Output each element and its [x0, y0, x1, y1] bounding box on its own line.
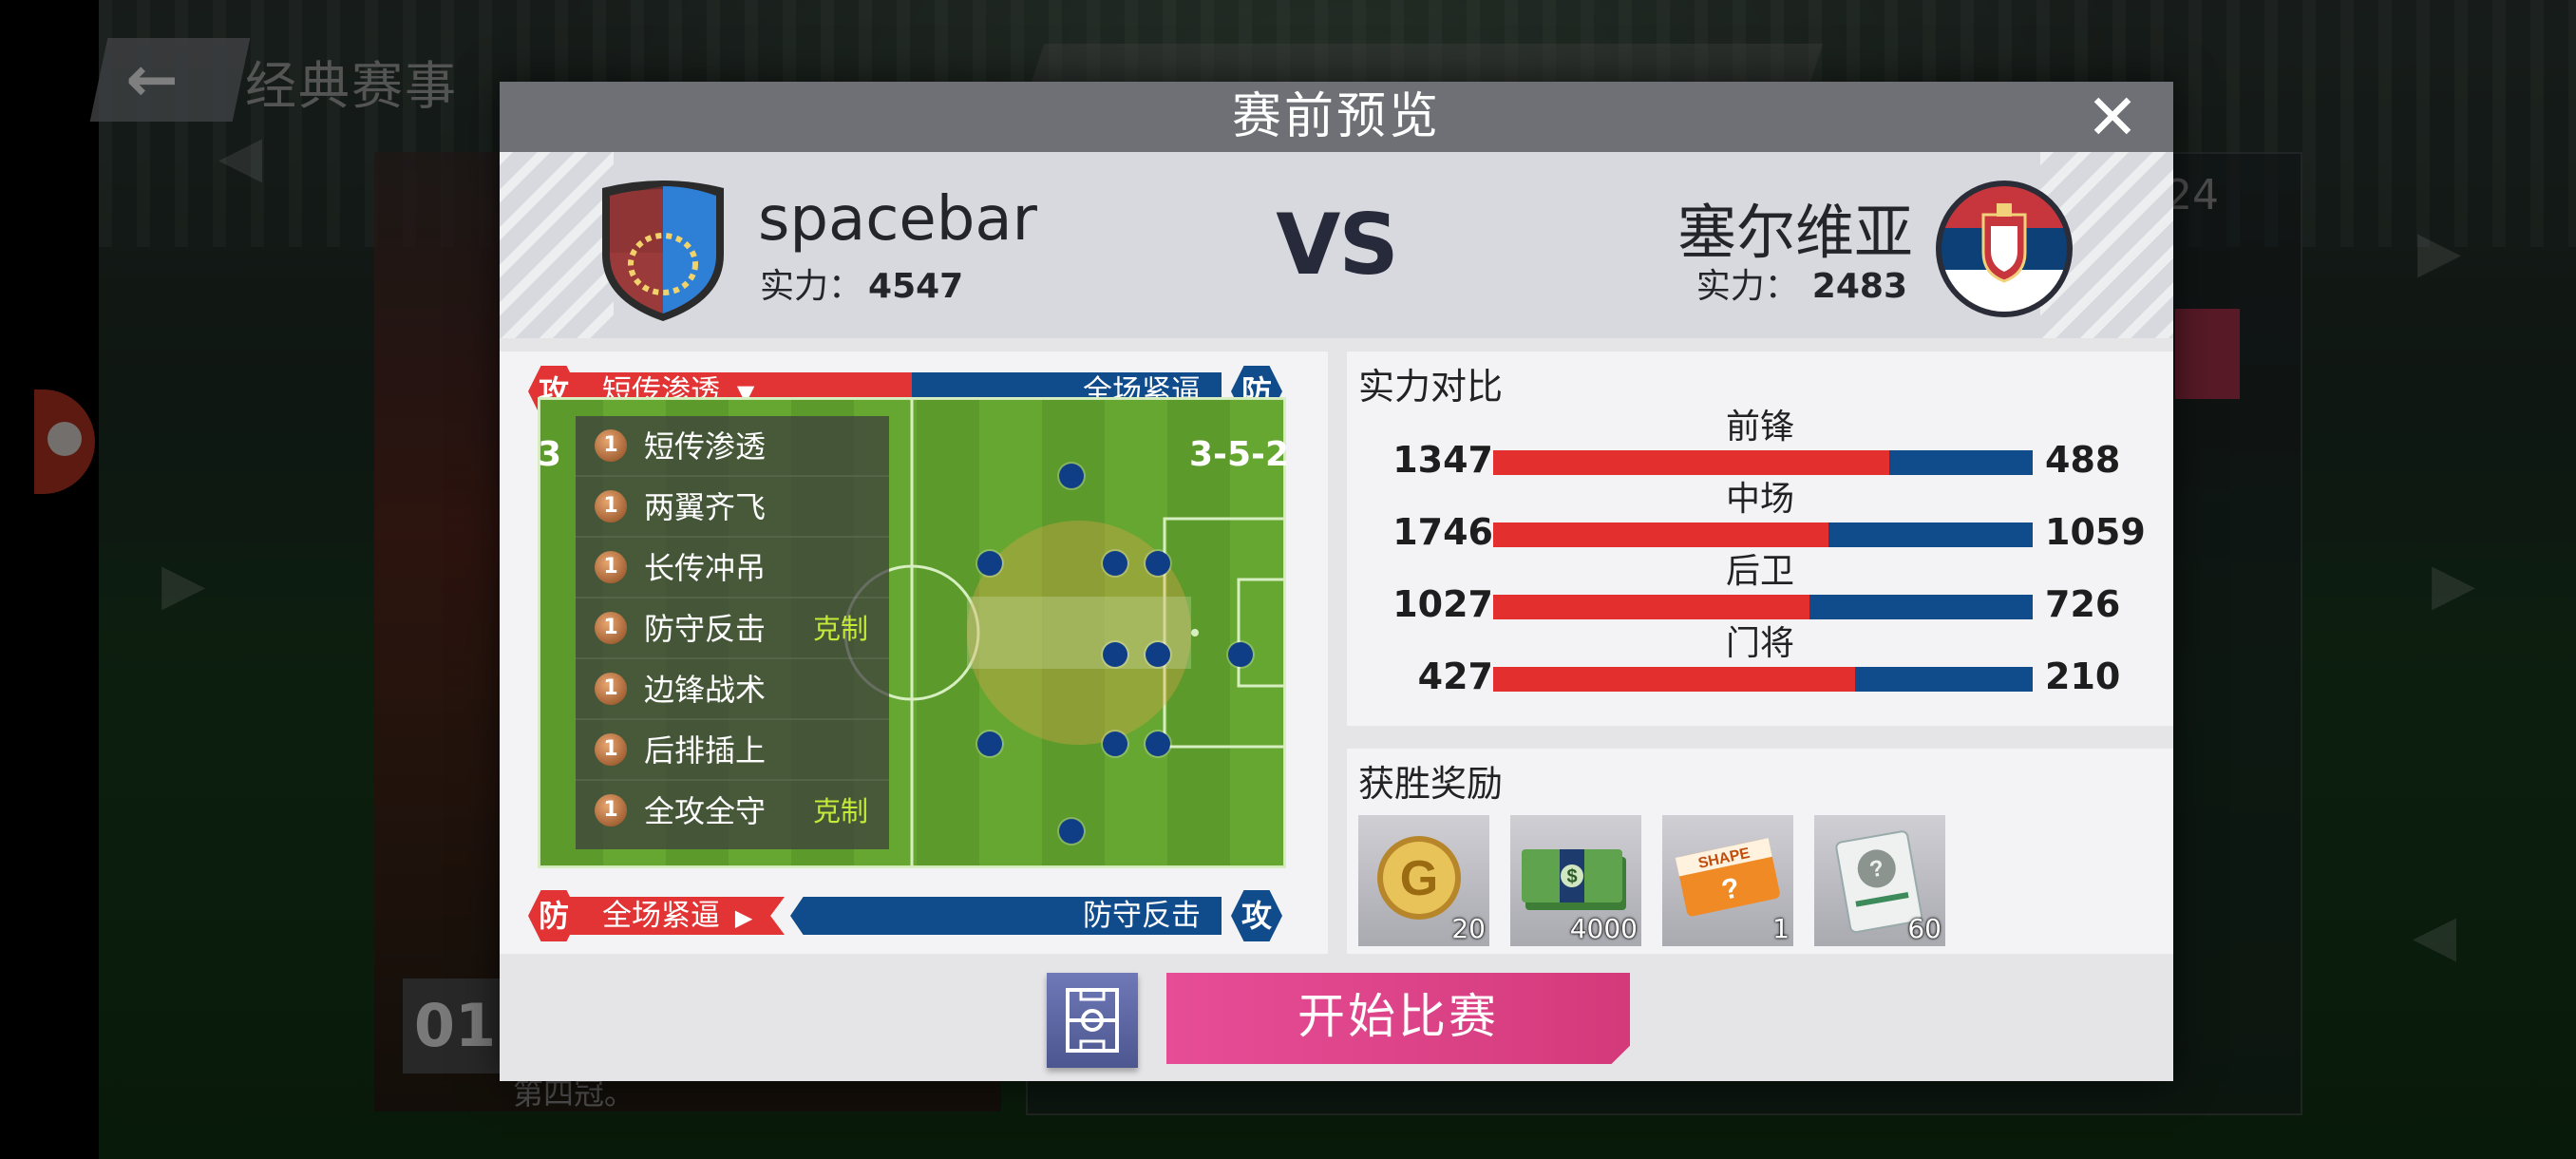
strength-comparison-panel: 实力对比 前锋 1347 488 中场 1746 1059 后卫 1027 72…: [1347, 352, 2173, 726]
rewards-heading: 获胜奖励: [1358, 763, 1504, 805]
tactic-option[interactable]: 1 后排插上: [576, 720, 889, 781]
tactic-option-label: 两翼齐飞: [644, 489, 767, 525]
tactic-option-label: 长传冲吊: [644, 550, 767, 586]
home-formation-short: 3: [538, 435, 562, 474]
tactic-counter-tag: 克制: [812, 613, 868, 645]
tactic-option[interactable]: 1 边锋战术: [576, 659, 889, 720]
away-team-name: 塞尔维亚: [1676, 198, 1913, 267]
reward-quantity: 4000: [1569, 913, 1638, 944]
tactic-counter-tag: 克制: [812, 795, 868, 827]
tactic-level-icon: 1: [595, 612, 627, 644]
home-defense-tactic-label: 全场紧逼: [602, 899, 720, 933]
home-goalkeeper-fill: [1493, 667, 1855, 692]
player-marker[interactable]: [1103, 642, 1127, 667]
tactic-level-icon: 1: [595, 429, 627, 462]
tactic-option-label: 防守反击: [644, 611, 767, 647]
player-marker[interactable]: [1146, 551, 1170, 576]
player-marker[interactable]: [1103, 551, 1127, 576]
pitch-formation-icon: [1066, 988, 1119, 1053]
away-formation: 3-5-2: [1189, 435, 1290, 474]
tactic-option[interactable]: 1 短传渗透: [576, 416, 889, 477]
reward-quantity: 60: [1907, 913, 1941, 944]
tactic-option[interactable]: 1 长传冲吊: [576, 538, 889, 598]
goalkeeper-strength-bar: [1493, 667, 2033, 692]
away-power-label: 实力：: [1695, 267, 1799, 306]
tactic-option-label: 短传渗透: [644, 428, 767, 465]
svg-text:$: $: [1566, 866, 1577, 887]
tactic-option-label: 边锋战术: [644, 672, 767, 708]
away-goalkeeper-value: 210: [2045, 656, 2121, 697]
start-match-button[interactable]: 开始比赛: [1166, 973, 1630, 1064]
reward-shape-ticket[interactable]: SHAPE ? 1: [1662, 815, 1793, 946]
reward-cash[interactable]: $ 4000: [1510, 815, 1641, 946]
player-marker[interactable]: [1103, 732, 1127, 756]
home-defense-tactic-select[interactable]: 全场紧逼 ▶: [549, 897, 785, 935]
away-attack-tactic-label: 防守反击: [1083, 899, 1201, 933]
player-marker[interactable]: [1146, 642, 1170, 667]
tactic-option-label: 全攻全守: [644, 793, 767, 829]
tactic-option-label: 后排插上: [644, 732, 767, 769]
vs-label: VS: [1276, 196, 1398, 294]
player-marker[interactable]: [1059, 819, 1084, 844]
serbia-flag-icon: [1936, 180, 2073, 317]
away-attack-tactic: 防守反击: [790, 897, 1222, 935]
reward-quantity: 20: [1451, 913, 1486, 944]
away-power-value: 2483: [1811, 267, 1907, 306]
player-marker[interactable]: [1146, 732, 1170, 756]
pre-match-preview-dialog: 赛前预览 ✕ spacebar 实力： 4547 VS 塞尔维亚 实力： 2483 …: [500, 82, 2173, 1081]
tactic-option[interactable]: 1 防守反击 克制: [576, 598, 889, 659]
tactic-level-icon: 1: [595, 490, 627, 522]
away-team-power: 实力： 2483: [1696, 258, 1907, 308]
tactic-level-icon: 1: [595, 733, 627, 766]
player-marker[interactable]: [1228, 642, 1253, 667]
close-icon[interactable]: ✕: [2084, 86, 2141, 149]
player-marker[interactable]: [977, 732, 1002, 756]
reward-quantity: 1: [1772, 913, 1790, 944]
dialog-title: 赛前预览: [1231, 88, 1441, 145]
tactic-option[interactable]: 1 全攻全守 克制: [576, 781, 889, 842]
tactic-level-icon: 1: [595, 794, 627, 826]
play-arrow-icon: ▶: [734, 904, 753, 931]
tactic-option[interactable]: 1 两翼齐飞: [576, 477, 889, 538]
reward-gold-coin[interactable]: G 20: [1358, 815, 1489, 946]
reward-mystery-card[interactable]: ? 60: [1814, 815, 1945, 946]
tactic-level-icon: 1: [595, 551, 627, 583]
home-goalkeeper-value: 427: [1417, 656, 1493, 697]
tactic-level-icon: 1: [595, 673, 627, 705]
svg-text:G: G: [1400, 851, 1438, 906]
tactic-dropdown-menu: 1 短传渗透 1 两翼齐飞 1 长传冲吊 1 防守反击 克制 1 边锋战术 1 …: [576, 416, 889, 849]
player-marker[interactable]: [977, 551, 1002, 576]
formation-settings-button[interactable]: [1047, 973, 1138, 1068]
player-marker[interactable]: [1059, 464, 1084, 488]
